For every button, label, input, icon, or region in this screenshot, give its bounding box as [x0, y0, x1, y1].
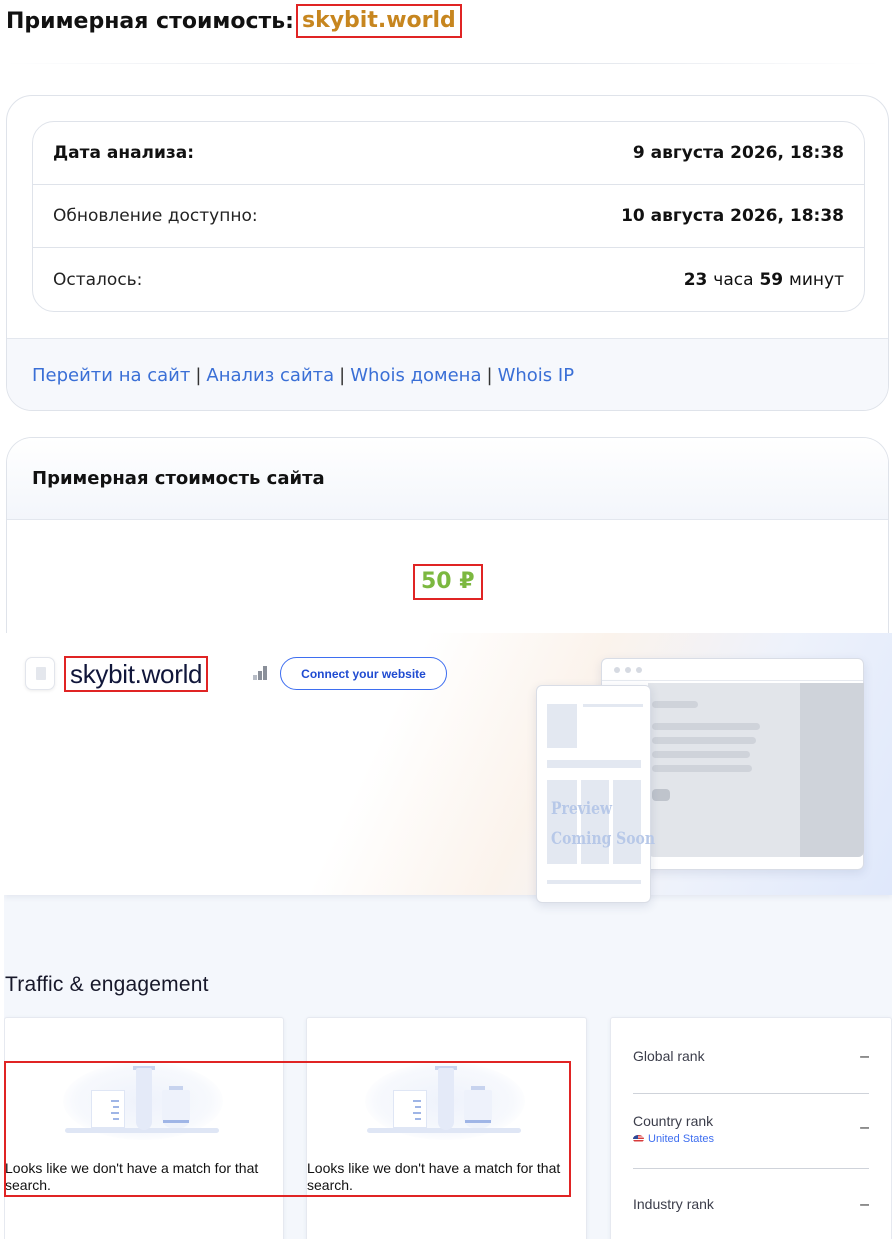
update-available-value: 10 августа 2026, 18:38 — [621, 206, 844, 226]
country-name: United States — [648, 1133, 715, 1145]
analysis-card: Дата анализа: 9 августа 2026, 18:38 Обно… — [6, 95, 889, 411]
mobile-preview-mockup: Preview Coming Soon — [536, 685, 655, 903]
industry-rank-label: Industry rank — [633, 1196, 714, 1212]
ranks-panel: Global rank – Country rank United States… — [610, 1017, 892, 1239]
minutes-unit: минут — [789, 269, 844, 290]
page-title: Примерная стоимость: skybit.world — [6, 4, 462, 38]
valuation-heading: Примерная стоимость сайта — [7, 438, 888, 520]
analysis-table: Дата анализа: 9 августа 2026, 18:38 Обно… — [32, 121, 865, 312]
site-links: Перейти на сайт | Анализ сайта | Whois д… — [7, 338, 888, 410]
no-match-highlight — [4, 1061, 571, 1197]
similarweb-widget: skybit.world Connect your website Previe… — [4, 633, 892, 1239]
time-remaining-row: Осталось: 23 часа 59 минут — [33, 248, 864, 311]
link-separator: | — [339, 365, 346, 386]
link-whois-ip[interactable]: Whois IP — [498, 365, 574, 386]
analysis-date-label: Дата анализа: — [53, 143, 195, 163]
update-available-row: Обновление доступно: 10 августа 2026, 18… — [33, 185, 864, 248]
valuation-price: 50 ₽ — [413, 564, 483, 600]
connect-website-button[interactable]: Connect your website — [280, 657, 447, 690]
country-link[interactable]: United States — [633, 1133, 869, 1145]
traffic-engagement-title: Traffic & engagement — [5, 973, 209, 996]
hours-unit: часа — [713, 269, 754, 290]
country-rank-label: Country rank — [633, 1113, 714, 1129]
link-separator: | — [195, 365, 202, 386]
file-icon — [25, 657, 55, 690]
global-rank-row: Global rank – — [633, 1048, 869, 1094]
update-available-label: Обновление доступно: — [53, 206, 258, 226]
global-rank-value: – — [860, 1048, 869, 1065]
country-rank-value: – — [860, 1119, 869, 1136]
rank-bars-icon — [253, 666, 271, 680]
valuation-card: Примерная стоимость сайта 50 ₽ — [6, 437, 889, 637]
industry-rank-value: – — [860, 1196, 869, 1213]
hours-value: 23 — [683, 269, 708, 290]
minutes-value: 59 — [759, 269, 784, 290]
country-rank-row: Country rank United States – — [633, 1113, 869, 1169]
us-flag-icon — [633, 1135, 644, 1143]
link-separator: | — [486, 365, 493, 386]
similarweb-domain: skybit.world — [64, 656, 209, 692]
preview-coming-soon: Preview Coming Soon — [551, 799, 655, 849]
site-hero: skybit.world Connect your website Previe… — [4, 633, 892, 903]
analysis-date-value: 9 августа 2026, 18:38 — [632, 143, 844, 163]
industry-rank-row: Industry rank – — [633, 1196, 869, 1236]
global-rank-label: Global rank — [633, 1048, 705, 1064]
time-remaining-value: 23 часа 59 минут — [684, 270, 844, 290]
page-title-domain: skybit.world — [295, 4, 462, 38]
link-whois-domain[interactable]: Whois домена — [350, 365, 481, 386]
link-go-to-site[interactable]: Перейти на сайт — [32, 365, 190, 386]
link-site-analysis[interactable]: Анализ сайта — [206, 365, 334, 386]
time-remaining-label: Осталось: — [53, 269, 143, 290]
page-title-prefix: Примерная стоимость: — [6, 8, 294, 34]
analysis-date-row: Дата анализа: 9 августа 2026, 18:38 — [33, 122, 864, 185]
title-divider — [6, 63, 880, 64]
